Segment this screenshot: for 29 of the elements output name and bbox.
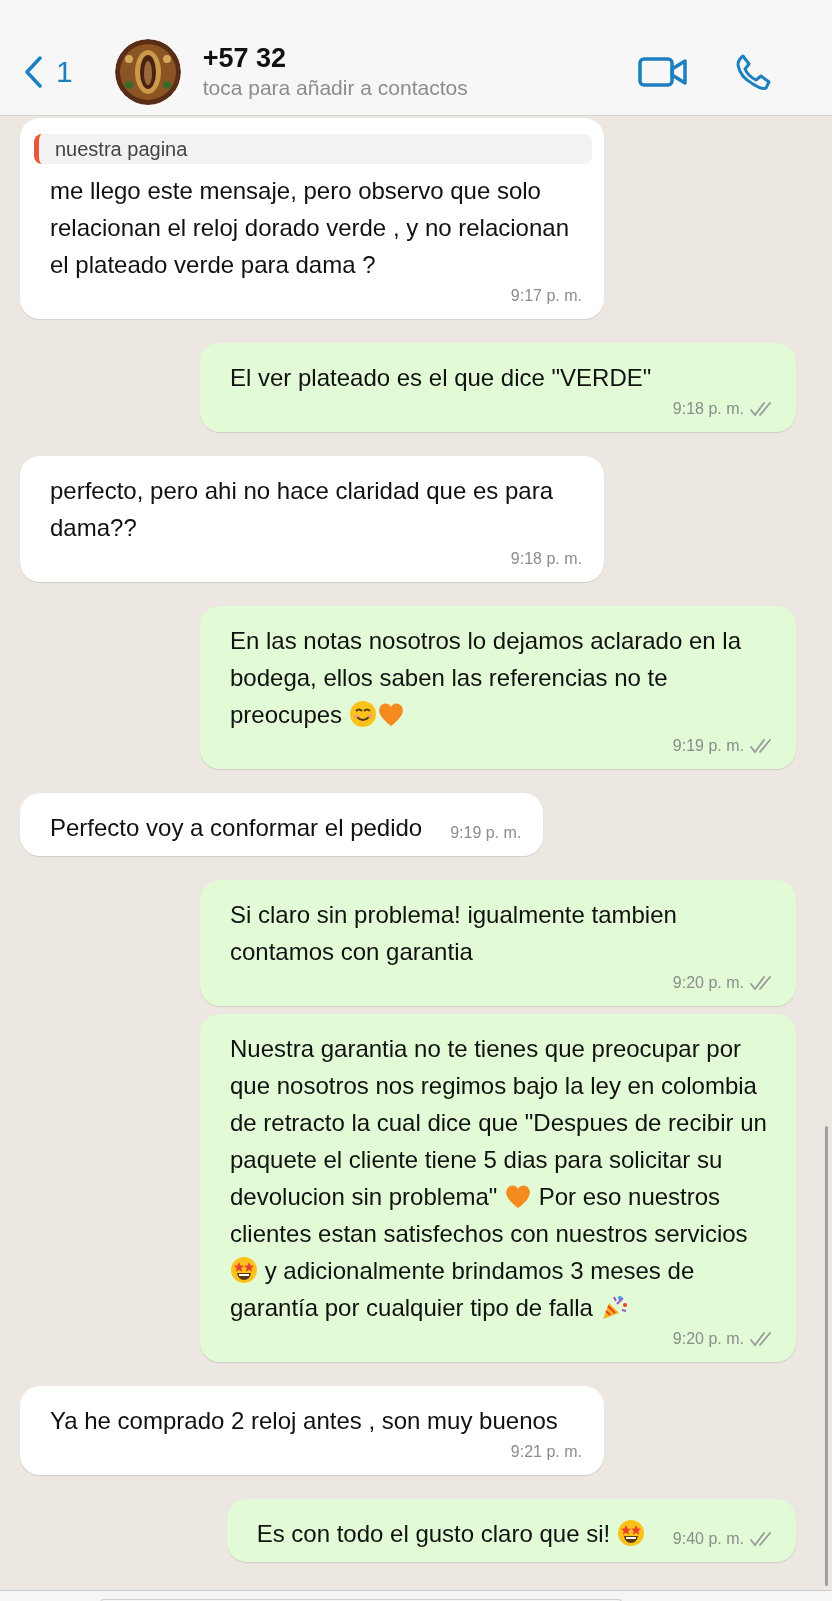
- back-chevron-icon: [24, 55, 42, 88]
- video-call-icon[interactable]: [638, 54, 688, 89]
- message-text: Nuestra garantia no te tienes que preocupar por que nosotros nos regimos bajo la ley en colombia de retracto la cual dice que "Despues de recibir un paquete el cliente tiene 5 dias para solicitar su devolucion sin problema" Por eso nuestros clientes estan satisfechos con nuestros servicios y adicionalmente brindamos 3 meses de garantía por cualquier tipo de falla: [230, 1034, 768, 1323]
- message-text: perfecto, pero ahi no hace claridad que es para dama??: [50, 476, 554, 543]
- message-text: me llego este mensaje, pero observo que solo relacionan el reloj dorado verde , y no relacionan el plateado verde para dama ?: [50, 176, 570, 280]
- message-time: 9:40 p. m.: [672, 1529, 744, 1549]
- star-eyes-face-icon: [616, 1519, 645, 1547]
- message-time: 9:18 p. m.: [672, 399, 744, 419]
- message-text: Perfecto voy a conformar el pedido: [50, 813, 423, 843]
- phone-call-icon[interactable]: [734, 52, 772, 91]
- contact-name[interactable]: +57 32: [202, 43, 638, 74]
- back-button[interactable]: 1: [24, 54, 73, 89]
- smiling-face-icon: [348, 700, 377, 728]
- message-text: El ver plateado es el que dice "VERDE": [230, 363, 652, 393]
- message-time: 9:20 p. m.: [672, 973, 744, 993]
- quoted-message[interactable]: nuestra pagina: [34, 134, 592, 164]
- scrollbar[interactable]: [825, 1126, 828, 1586]
- message-time: 9:21 p. m.: [510, 1442, 582, 1462]
- message-time: 9:19 p. m.: [672, 736, 744, 756]
- message-text: Es con todo el gusto claro que si!: [256, 1515, 645, 1552]
- message-time: 9:20 p. m.: [672, 1329, 744, 1349]
- quoted-text: nuestra pagina: [55, 138, 188, 160]
- star-eyes-face-icon: [230, 1256, 258, 1284]
- message-text: En las notas nosotros lo dejamos aclarado en la bodega, ellos saben las referencias no te preocupes: [230, 626, 742, 730]
- message-time: 9:18 p. m.: [510, 549, 582, 569]
- message-text: Si claro sin problema! igualmente tambien contamos con garantia: [230, 900, 678, 967]
- message-time: 9:17 p. m.: [510, 286, 582, 306]
- message-text: Ya he comprado 2 reloj antes , son muy buenos: [50, 1406, 558, 1436]
- message-time: 9:19 p. m.: [450, 823, 522, 843]
